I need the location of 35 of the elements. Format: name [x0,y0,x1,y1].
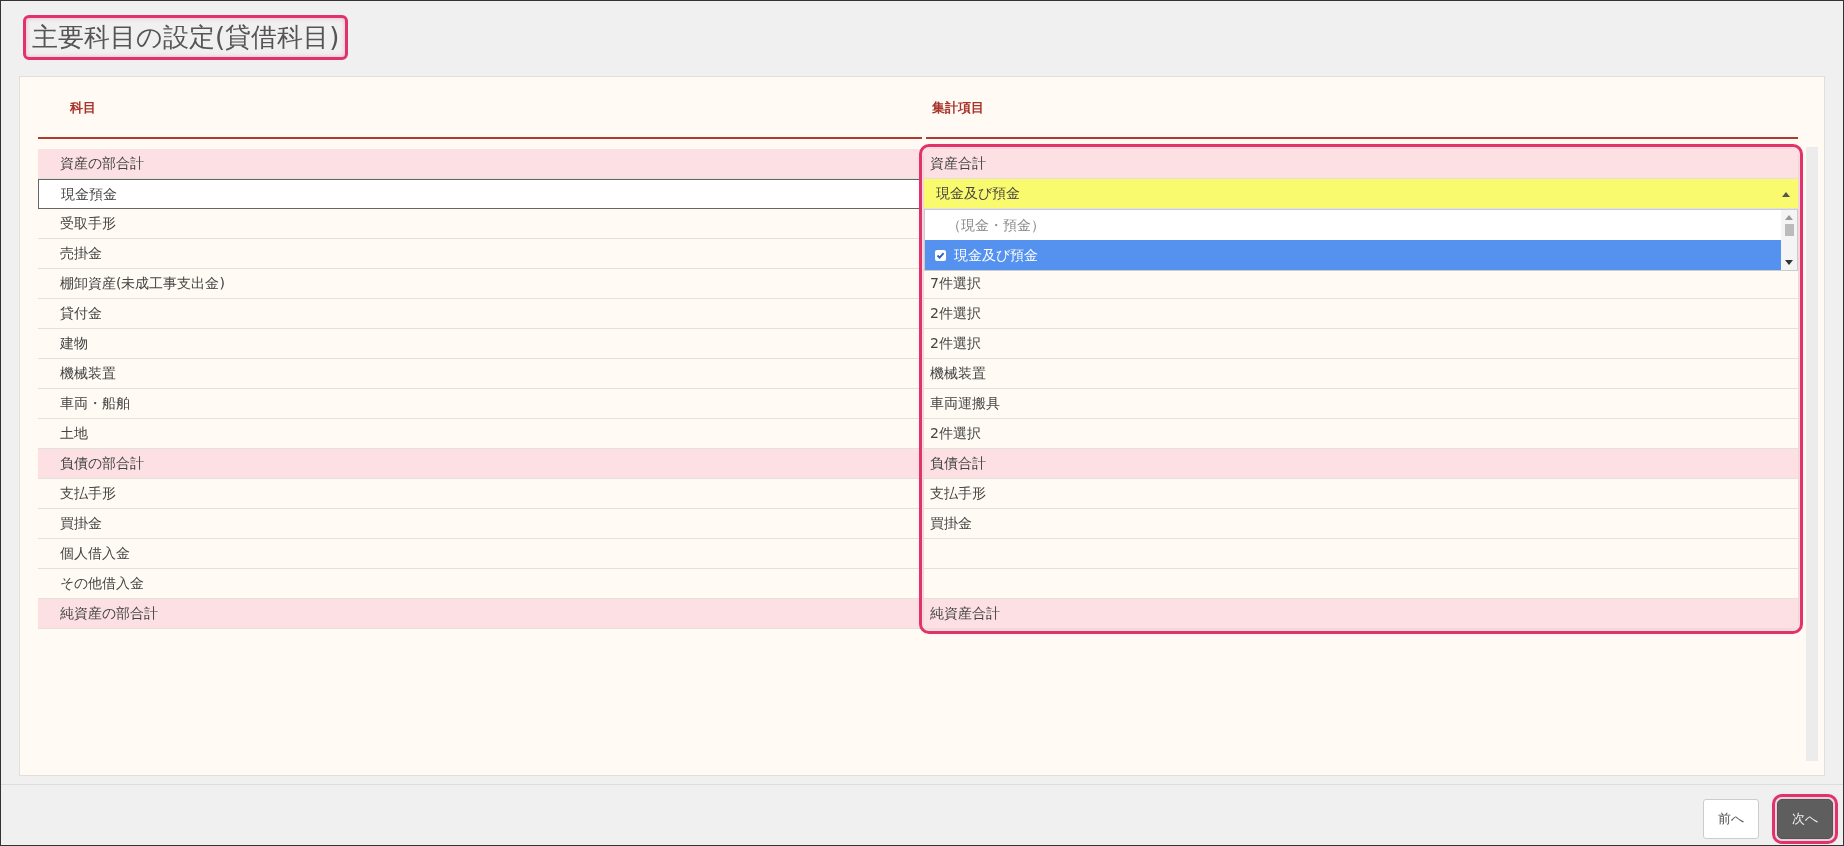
summary-cell[interactable]: 資産合計 [924,149,1798,179]
account-cell[interactable]: 貸付金 [38,299,922,329]
scroll-thumb[interactable] [1784,224,1794,236]
page-title: 主要科目の設定(貸借科目) [23,15,349,60]
option-group-label: （現金・預金） [946,216,1046,235]
list-scrollbar[interactable] [1781,210,1797,270]
account-cell[interactable]: 現金預金 [38,179,922,209]
summary-cell[interactable]: 買掛金 [924,509,1798,539]
summary-cell[interactable]: 機械装置 [924,359,1798,389]
summary-cell[interactable]: 2件選択 [924,329,1798,359]
dropdown-field[interactable]: 現金及び預金 [924,179,1798,209]
checkbox-icon[interactable] [935,249,946,261]
back-button[interactable]: 前へ [1703,799,1759,839]
account-cell[interactable]: 買掛金 [38,509,922,539]
column-header: 科目 [38,99,922,139]
summary-cell[interactable]: 支払手形 [924,479,1798,509]
scroll-down-icon[interactable] [1785,260,1793,266]
account-cell[interactable]: 車両・船舶 [38,389,922,419]
account-cell[interactable]: 売掛金 [38,239,922,269]
column-header: 集計項目 [926,99,1798,139]
account-cell[interactable]: 支払手形 [38,479,922,509]
scroll-up-icon[interactable] [1785,214,1793,220]
account-cell[interactable]: 負債の部合計 [38,449,922,479]
account-cell[interactable]: 受取手形 [38,209,922,239]
account-cell[interactable]: 個人借入金 [38,539,922,569]
caret-up-icon [1782,190,1790,197]
summary-cell[interactable]: 純資産合計 [924,599,1798,629]
summary-cell[interactable]: 2件選択 [924,299,1798,329]
account-cell[interactable]: 建物 [38,329,922,359]
account-cell[interactable]: 棚卸資産(未成工事支出金) [38,269,922,299]
account-cell[interactable]: 資産の部合計 [38,149,922,179]
summary-cell[interactable]: 負債合計 [924,449,1798,479]
account-cell[interactable]: 機械装置 [38,359,922,389]
account-cell[interactable]: 純資産の部合計 [38,599,922,629]
summary-cell[interactable]: 車両運搬具 [924,389,1798,419]
